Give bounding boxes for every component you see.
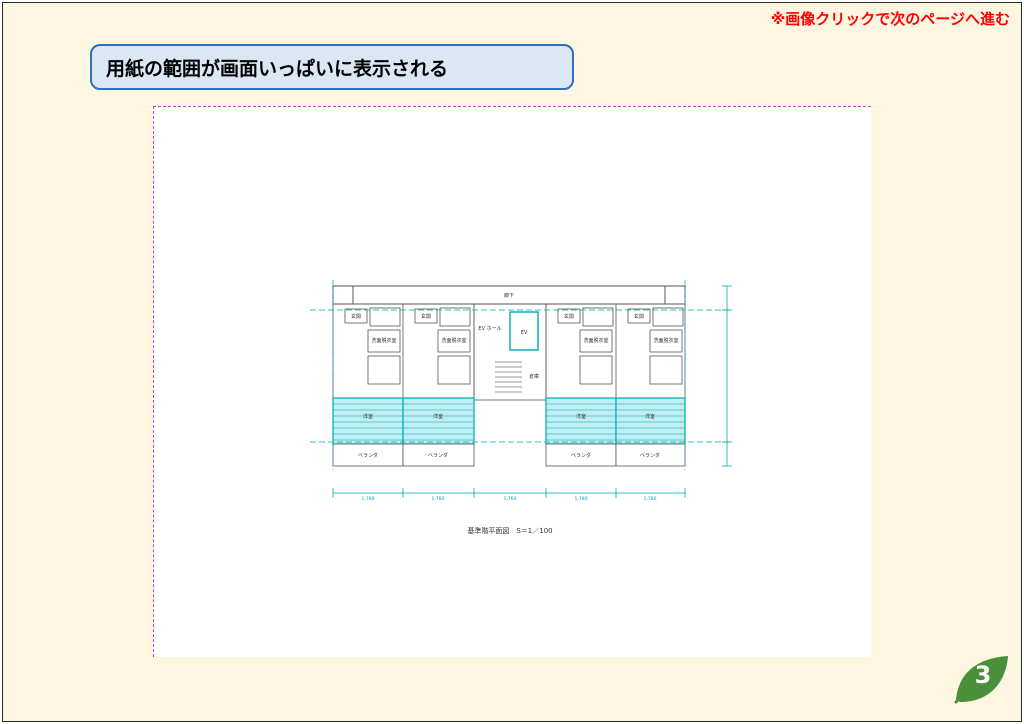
label-entrance: 玄関 [564,313,574,320]
label-entrance: 玄関 [351,313,361,320]
dimension-label: 1,780 [575,496,588,502]
dimension-label: 1,780 [644,496,657,502]
label-wash: 洗面脱衣室 [583,337,608,344]
label-bedroom: 洋室 [433,413,443,420]
label-wash: 洗面脱衣室 [371,337,396,344]
label-bedroom: 洋室 [576,413,586,420]
label-veranda: ベランダ [428,452,448,459]
label-bedroom: 洋室 [363,413,373,420]
label-entrance: 玄関 [421,313,431,320]
label-elevator-hall: EV ホール [478,326,501,332]
label-corridor: 廊下 [504,292,514,299]
bedrooms-hatched [332,397,686,445]
core-area [473,303,547,401]
label-veranda: ベランダ [358,452,378,459]
verandas [332,443,686,467]
dimension-label: 1,780 [432,496,445,502]
dimension-label: 1,780 [362,496,375,502]
label-wash: 洗面脱衣室 [441,337,466,344]
label-wash: 洗面脱衣室 [653,337,678,344]
page-number: 3 [974,661,992,689]
label-elevator: EV [521,330,528,336]
floor-plan-drawing: 廊下 玄関 玄関 玄関 玄関 洗面脱衣室 洗面脱衣室 洗面脱衣室 洗面脱衣室 洋… [310,280,732,535]
label-storage: 倉庫 [529,373,539,380]
label-veranda: ベランダ [571,452,591,459]
dimension-label: 1,760 [504,496,517,502]
label-veranda: ベランダ [640,452,660,459]
label-bedroom: 洋室 [645,413,655,420]
label-entrance: 玄関 [634,313,644,320]
plan-caption: 基準階平面図 S＝1／100 [467,526,552,535]
